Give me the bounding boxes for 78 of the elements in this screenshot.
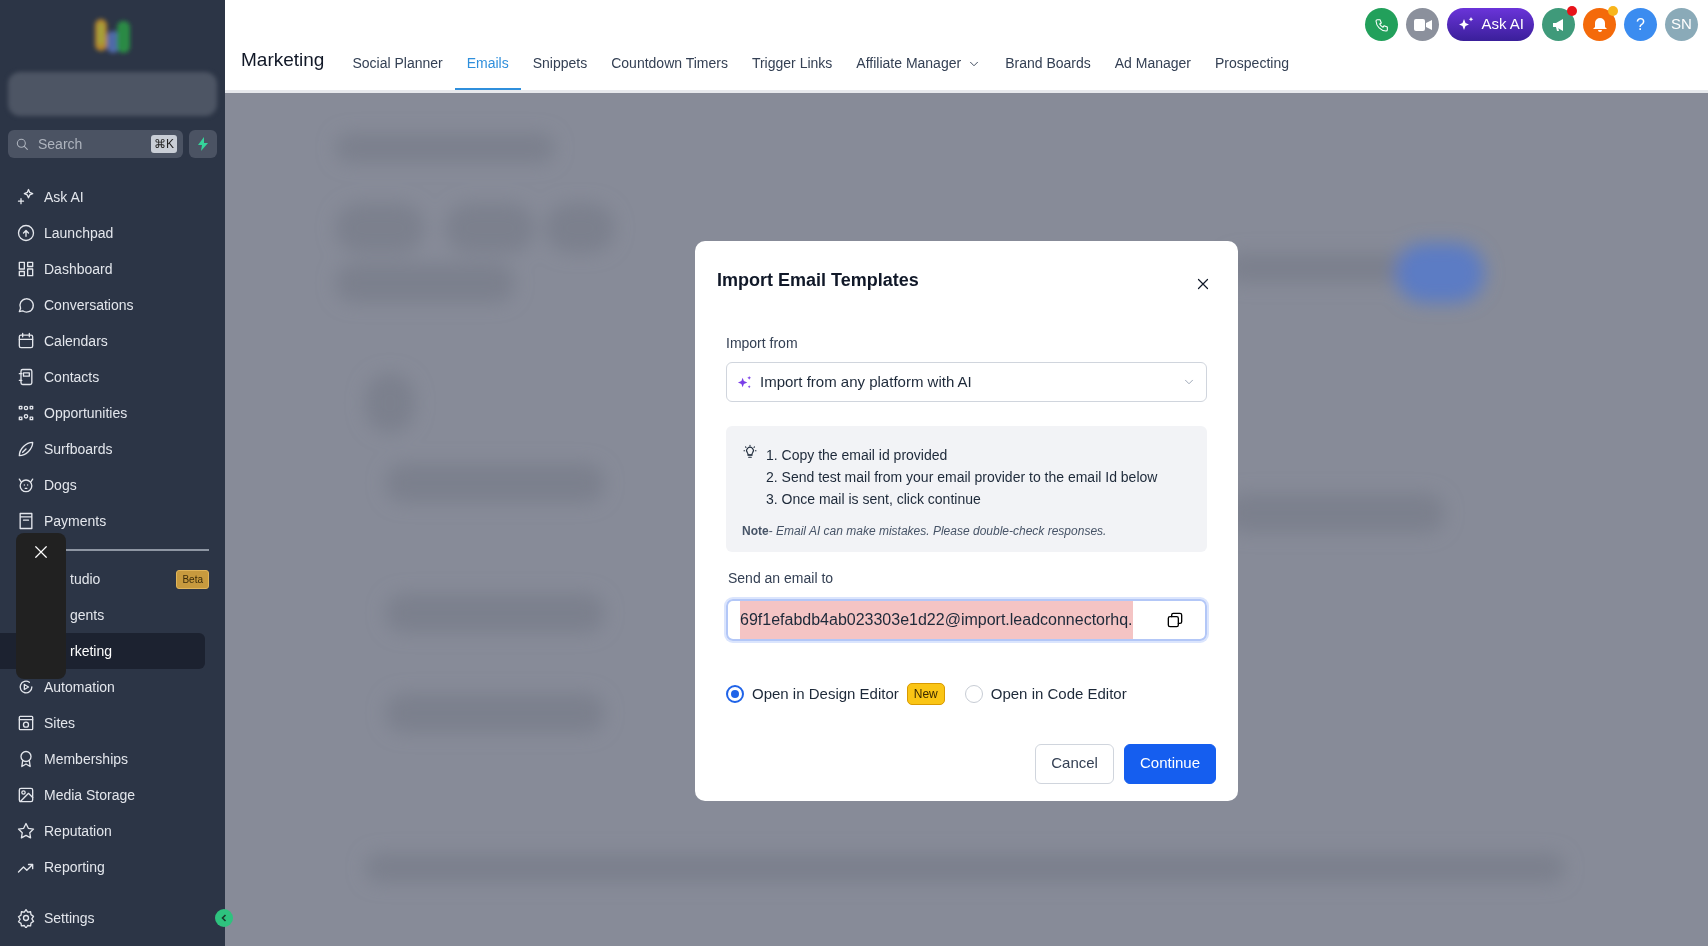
- chat-icon: [16, 295, 36, 315]
- field-label: Send an email to: [728, 569, 835, 588]
- phone-icon: [1373, 16, 1390, 33]
- quick-action-button[interactable]: [189, 130, 217, 158]
- notifications-button[interactable]: [1583, 8, 1616, 41]
- lightbulb-icon: [742, 444, 758, 460]
- nav-tab[interactable]: Countdown Timers: [599, 53, 740, 90]
- search-field[interactable]: Search ⌘K: [8, 130, 183, 158]
- dog-icon: [16, 475, 36, 495]
- settings-item[interactable]: Settings: [0, 900, 201, 936]
- nav-tab[interactable]: Ad Manager: [1102, 53, 1204, 90]
- browser-icon: [16, 713, 36, 733]
- video-button[interactable]: [1406, 8, 1440, 41]
- phone-button[interactable]: [1365, 8, 1399, 41]
- ask-ai-button[interactable]: Ask AI: [1447, 8, 1534, 41]
- sidebar-item[interactable]: tudio Beta: [0, 561, 225, 597]
- beta-badge: Beta: [176, 569, 209, 589]
- calendar-icon: [16, 331, 36, 351]
- sidebar-item[interactable]: Dashboard: [0, 251, 225, 287]
- account-switcher[interactable]: [8, 72, 217, 116]
- nav-tab[interactable]: Snippets: [520, 53, 600, 90]
- grid-icon: [16, 259, 36, 279]
- instruction-step: 2. Send test mail from your email provider to the email Id below: [766, 466, 1158, 488]
- nav-tab[interactable]: Affiliate Manager: [844, 53, 994, 90]
- nav-tab[interactable]: Prospecting: [1203, 53, 1301, 90]
- search-icon: [14, 136, 30, 152]
- sparkle-icon: [16, 187, 36, 207]
- sidebar-item[interactable]: Payments: [0, 503, 225, 539]
- sidebar-item[interactable]: Automation: [0, 669, 225, 705]
- page-title: Marketing: [241, 47, 325, 72]
- sidebar-item[interactable]: Media Storage: [0, 777, 225, 813]
- nav-tab[interactable]: Social Planner: [340, 53, 455, 90]
- rocket-icon: [16, 223, 36, 243]
- email-field[interactable]: 69f1efabdb4ab023303e1d22@import.leadconnectorhq.: [726, 599, 1207, 641]
- field-label: Import from: [726, 334, 799, 353]
- new-badge: New: [906, 683, 945, 706]
- contacts-icon: [16, 367, 36, 387]
- radio-option[interactable]: Open in Code Editor: [964, 683, 1127, 706]
- copy-icon: [1165, 610, 1185, 630]
- sidebar-item[interactable]: Opportunities: [0, 395, 225, 431]
- shortcut-key: ⌘K: [151, 135, 177, 153]
- sidebar-item[interactable]: Ask AI: [0, 179, 225, 215]
- sparkle-icon: [737, 374, 752, 390]
- sidebar-item[interactable]: Contacts: [0, 359, 225, 395]
- sidebar-item[interactable]: Surfboards: [0, 431, 225, 467]
- collapse-button[interactable]: [215, 909, 233, 927]
- sidebar-item[interactable]: Calendars: [0, 323, 225, 359]
- cancel-button[interactable]: Cancel: [1035, 743, 1114, 784]
- sidebar-item[interactable]: Reputation: [0, 813, 225, 849]
- star-icon: [16, 821, 36, 841]
- surfboard-icon: [16, 439, 36, 459]
- instruction-step: 3. Once mail is sent, click continue: [766, 488, 1158, 510]
- modal-title: Import Email Templates: [717, 270, 919, 292]
- sidebar-item[interactable]: Memberships: [0, 741, 225, 777]
- chevron-left-icon: [219, 913, 229, 923]
- settings-icon: [16, 908, 36, 928]
- nav-tab[interactable]: Trigger Links: [739, 53, 845, 90]
- nav-tab[interactable]: Brand Boards: [993, 53, 1103, 90]
- instruction-step: 1. Copy the email id provided: [766, 444, 1158, 466]
- sidebar-item[interactable]: Launchpad: [0, 215, 225, 251]
- radio-option[interactable]: Open in Design Editor New: [726, 683, 945, 706]
- continue-button[interactable]: Continue: [1123, 743, 1216, 784]
- sidebar-item[interactable]: Sites: [0, 705, 225, 741]
- import-source-select[interactable]: Import from any platform with AI: [726, 362, 1207, 402]
- announcements-button[interactable]: [1542, 8, 1575, 41]
- nodes-icon: [16, 403, 36, 423]
- notification-dot: [1567, 6, 1577, 16]
- sidebar-item[interactable]: Dogs: [0, 467, 225, 503]
- note-text: Note- Email AI can make mistakes. Please double-check responses.: [742, 523, 1108, 540]
- bolt-icon: [197, 137, 209, 151]
- video-camera-icon: [1413, 17, 1432, 32]
- notification-dot: [1608, 6, 1618, 16]
- bell-icon: [1591, 16, 1608, 33]
- sidebar-item[interactable]: Conversations: [0, 287, 225, 323]
- image-icon: [16, 785, 36, 805]
- sidebar-item[interactable]: Reporting: [0, 849, 225, 885]
- sidebar-item[interactable]: gents: [0, 597, 225, 633]
- search-input[interactable]: Search: [36, 132, 136, 156]
